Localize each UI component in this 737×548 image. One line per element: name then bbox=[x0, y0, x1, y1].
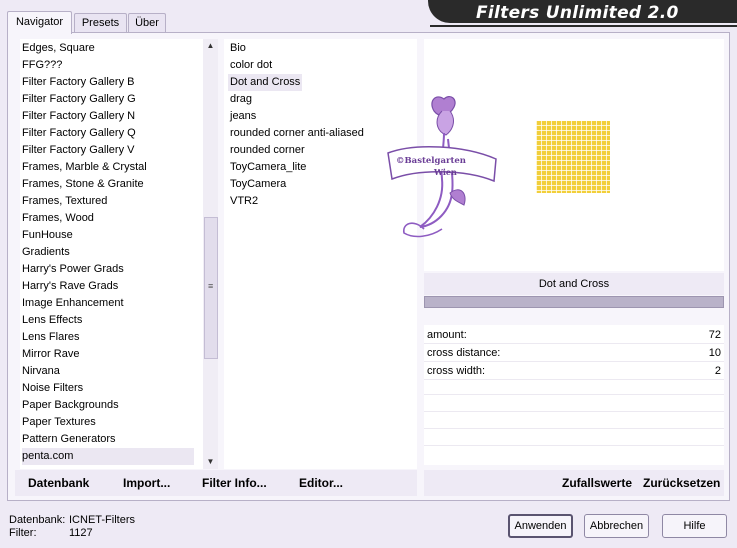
category-item[interactable]: Gradients bbox=[22, 244, 194, 261]
parameter-value: 2 bbox=[714, 365, 721, 377]
category-scrollbar[interactable]: ▲ ≡ ▼ bbox=[203, 39, 218, 469]
parameter-value: 10 bbox=[708, 347, 721, 359]
param-empty-row bbox=[424, 430, 724, 446]
preview-thumbnail bbox=[536, 121, 610, 193]
filter-item[interactable]: ToyCamera_lite bbox=[228, 159, 308, 176]
filter-item[interactable]: color dot bbox=[228, 57, 274, 74]
parameter-row[interactable]: amount: 72 bbox=[424, 327, 724, 344]
category-item[interactable]: Mirror Rave bbox=[22, 346, 194, 363]
current-filter-name: Dot and Cross bbox=[424, 273, 724, 295]
apply-button[interactable]: Anwenden bbox=[508, 514, 573, 538]
app-title: Filters Unlimited 2.0 bbox=[476, 3, 679, 23]
filter-item[interactable]: Bio bbox=[228, 40, 248, 57]
parameter-name: cross width: bbox=[427, 365, 486, 377]
filter-item[interactable]: rounded corner anti-aliased bbox=[228, 125, 366, 142]
category-item[interactable]: Image Enhancement bbox=[22, 295, 194, 312]
category-item[interactable]: Frames, Textured bbox=[22, 193, 194, 210]
filter-item[interactable]: rounded corner bbox=[228, 142, 307, 159]
category-item[interactable]: Pattern Generators bbox=[22, 431, 194, 448]
param-empty-row bbox=[424, 413, 724, 429]
watermark-line2: Wien bbox=[433, 167, 457, 177]
watermark-logo: ©Bastelgarten Wien bbox=[387, 95, 497, 238]
parameter-row[interactable]: cross width: 2 bbox=[424, 363, 724, 380]
database-info: Datenbank: ICNET-Filters Filter: 1127 bbox=[9, 514, 135, 540]
preview-area: ©Bastelgarten Wien bbox=[387, 39, 724, 271]
category-item[interactable]: FFG??? bbox=[22, 57, 194, 74]
title-underline bbox=[430, 25, 737, 27]
category-item[interactable]: FunHouse bbox=[22, 227, 194, 244]
title-banner: Filters Unlimited 2.0 bbox=[428, 0, 737, 23]
tab-navigator[interactable]: Navigator bbox=[7, 11, 72, 34]
category-item[interactable]: Frames, Wood bbox=[22, 210, 194, 227]
import-button[interactable]: Import... bbox=[123, 476, 170, 490]
category-item[interactable]: penta.com bbox=[22, 448, 194, 465]
parameter-value: 72 bbox=[708, 329, 721, 341]
category-item[interactable]: Filter Factory Gallery N bbox=[22, 108, 194, 125]
filter-count-value: 1127 bbox=[69, 527, 93, 539]
param-empty-row bbox=[424, 379, 724, 395]
help-button[interactable]: Hilfe bbox=[662, 514, 727, 538]
editor-button[interactable]: Editor... bbox=[299, 476, 343, 490]
scrollbar-thumb[interactable]: ≡ bbox=[204, 217, 218, 359]
reset-button[interactable]: Zurücksetzen bbox=[643, 476, 720, 490]
tab-uber[interactable]: Über bbox=[128, 13, 166, 33]
category-item[interactable]: Filter Factory Gallery G bbox=[22, 91, 194, 108]
left-button-bar: Datenbank Import... Filter Info... Edito… bbox=[15, 470, 417, 496]
category-item[interactable]: Edges, Square bbox=[22, 40, 194, 57]
category-item[interactable]: Paper Backgrounds bbox=[22, 397, 194, 414]
category-item[interactable]: Filter Factory Gallery B bbox=[22, 74, 194, 91]
param-empty-row bbox=[424, 396, 724, 412]
tab-presets[interactable]: Presets bbox=[74, 13, 127, 33]
category-item[interactable]: Paper Textures bbox=[22, 414, 194, 431]
parameter-name: cross distance: bbox=[427, 347, 501, 359]
category-item[interactable]: Harry's Rave Grads bbox=[22, 278, 194, 295]
random-values-button[interactable]: Zufallswerte bbox=[562, 476, 632, 490]
navigator-panel: Edges, Square FFG??? Filter Factory Galler… bbox=[7, 32, 730, 501]
parameter-slider-bar[interactable] bbox=[424, 296, 724, 308]
category-item[interactable]: Noise Filters bbox=[22, 380, 194, 397]
filter-item[interactable]: jeans bbox=[228, 108, 258, 125]
scroll-up-icon[interactable]: ▲ bbox=[203, 39, 218, 53]
parameter-row[interactable]: cross distance: 10 bbox=[424, 345, 724, 362]
parameter-list: amount: 72 cross distance: 10 cross width: 2 bbox=[424, 325, 724, 465]
category-item[interactable]: Filter Factory Gallery V bbox=[22, 142, 194, 159]
filter-item[interactable]: ToyCamera bbox=[228, 176, 288, 193]
category-item[interactable]: Nirvana bbox=[22, 363, 194, 380]
filter-item[interactable]: drag bbox=[228, 91, 254, 108]
category-item[interactable]: Lens Effects bbox=[22, 312, 194, 329]
scroll-down-icon[interactable]: ▼ bbox=[203, 455, 218, 469]
category-item[interactable]: Frames, Marble & Crystal bbox=[22, 159, 194, 176]
category-item[interactable]: Lens Flares bbox=[22, 329, 194, 346]
filter-count-label: Filter: bbox=[9, 527, 37, 539]
category-list[interactable]: Edges, Square FFG??? Filter Factory Galler… bbox=[20, 39, 218, 469]
watermark-line1: ©Bastelgarten bbox=[396, 156, 466, 166]
parameter-name: amount: bbox=[427, 329, 467, 341]
category-item[interactable]: Harry's Power Grads bbox=[22, 261, 194, 278]
filter-item[interactable]: VTR2 bbox=[228, 193, 260, 210]
database-button[interactable]: Datenbank bbox=[28, 476, 89, 490]
filter-info-button[interactable]: Filter Info... bbox=[202, 476, 267, 490]
db-label: Datenbank: bbox=[9, 514, 66, 526]
category-item[interactable]: Filter Factory Gallery Q bbox=[22, 125, 194, 142]
right-button-bar: Zufallswerte Zurücksetzen bbox=[424, 470, 724, 496]
filter-item[interactable]: Dot and Cross bbox=[228, 74, 303, 91]
grip-icon: ≡ bbox=[208, 281, 214, 291]
category-item[interactable]: Frames, Stone & Granite bbox=[22, 176, 194, 193]
cancel-button[interactable]: Abbrechen bbox=[584, 514, 649, 538]
db-value: ICNET-Filters bbox=[69, 514, 135, 526]
